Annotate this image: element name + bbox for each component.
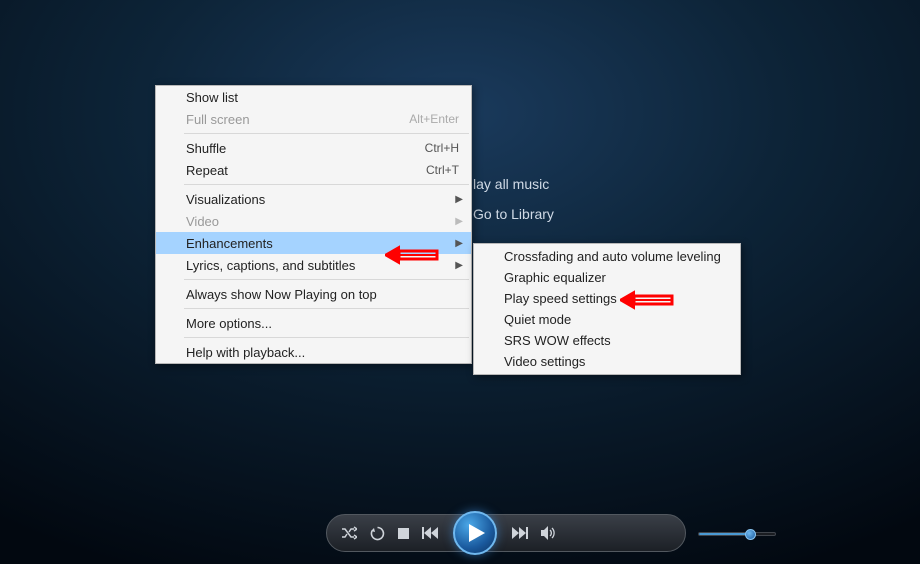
menu-label: Repeat <box>186 163 228 178</box>
volume-fill <box>699 533 746 535</box>
menu-shortcut: Ctrl+H <box>425 141 459 155</box>
menu-label: Video <box>186 214 219 229</box>
submenu-crossfading[interactable]: Crossfading and auto volume leveling <box>474 246 740 267</box>
menu-shuffle[interactable]: Shuffle Ctrl+H <box>156 137 471 159</box>
menu-label: Lyrics, captions, and subtitles <box>186 258 355 273</box>
go-to-library-link[interactable]: Go to Library <box>473 206 554 222</box>
menu-label: Visualizations <box>186 192 265 207</box>
menu-separator <box>184 337 469 338</box>
volume-thumb[interactable] <box>745 529 756 540</box>
submenu-quiet-mode[interactable]: Quiet mode <box>474 309 740 330</box>
submenu-video-settings[interactable]: Video settings <box>474 351 740 372</box>
menu-label: Enhancements <box>186 236 273 251</box>
menu-repeat[interactable]: Repeat Ctrl+T <box>156 159 471 181</box>
menu-shortcut: Alt+Enter <box>409 112 459 126</box>
menu-separator <box>184 133 469 134</box>
menu-shortcut: Ctrl+T <box>426 163 459 177</box>
menu-separator <box>184 184 469 185</box>
menu-label: Shuffle <box>186 141 226 156</box>
play-button[interactable] <box>453 511 497 555</box>
menu-show-list[interactable]: Show list <box>156 86 471 108</box>
previous-icon[interactable] <box>422 527 438 539</box>
background-links: lay all music Go to Library <box>473 176 554 236</box>
menu-always-on-top[interactable]: Always show Now Playing on top <box>156 283 471 305</box>
play-all-music-link[interactable]: lay all music <box>473 176 554 192</box>
menu-separator <box>184 308 469 309</box>
volume-slider[interactable] <box>698 532 776 536</box>
menu-help[interactable]: Help with playback... <box>156 341 471 363</box>
chevron-right-icon: ▶ <box>455 238 463 249</box>
menu-more-options[interactable]: More options... <box>156 312 471 334</box>
shuffle-icon[interactable] <box>341 526 357 540</box>
next-icon[interactable] <box>512 527 528 539</box>
repeat-icon[interactable] <box>370 526 385 541</box>
submenu-play-speed[interactable]: Play speed settings <box>474 288 740 309</box>
chevron-right-icon: ▶ <box>455 194 463 205</box>
menu-label: Full screen <box>186 112 250 127</box>
menu-full-screen: Full screen Alt+Enter <box>156 108 471 130</box>
submenu-srs-wow[interactable]: SRS WOW effects <box>474 330 740 351</box>
menu-label: Help with playback... <box>186 345 305 360</box>
menu-lyrics[interactable]: Lyrics, captions, and subtitles ▶ <box>156 254 471 276</box>
context-menu: Show list Full screen Alt+Enter Shuffle … <box>155 85 472 364</box>
menu-label: Show list <box>186 90 238 105</box>
chevron-right-icon: ▶ <box>455 260 463 271</box>
menu-label: More options... <box>186 316 272 331</box>
menu-visualizations[interactable]: Visualizations ▶ <box>156 188 471 210</box>
play-icon <box>469 524 485 542</box>
submenu-equalizer[interactable]: Graphic equalizer <box>474 267 740 288</box>
playback-controls <box>326 514 686 552</box>
menu-video: Video ▶ <box>156 210 471 232</box>
menu-enhancements[interactable]: Enhancements ▶ <box>156 232 471 254</box>
stop-icon[interactable] <box>398 528 409 539</box>
menu-label: Always show Now Playing on top <box>186 287 377 302</box>
enhancements-submenu: Crossfading and auto volume leveling Gra… <box>473 243 741 375</box>
volume-icon[interactable] <box>541 526 556 540</box>
chevron-right-icon: ▶ <box>455 216 463 227</box>
menu-separator <box>184 279 469 280</box>
